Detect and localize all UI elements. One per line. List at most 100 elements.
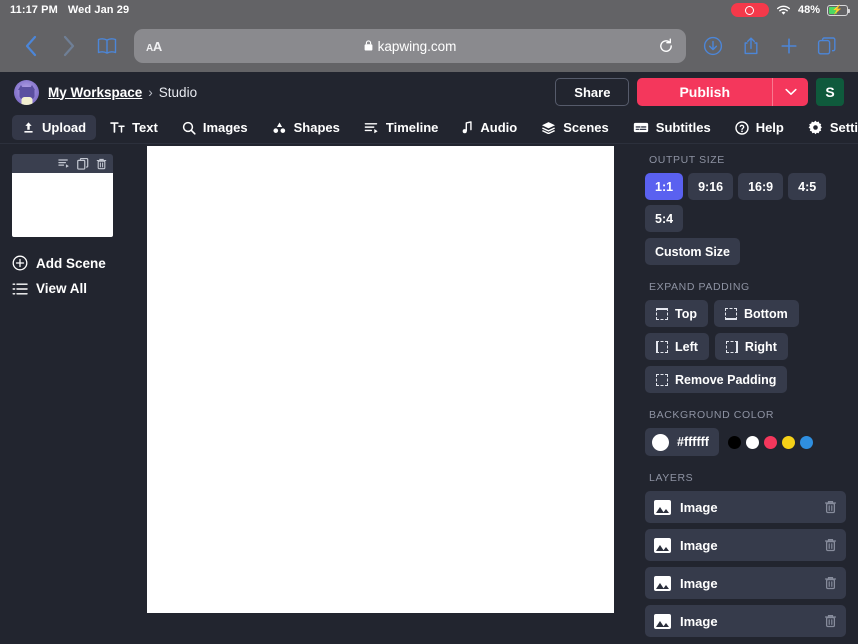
- padding-bottom-button[interactable]: Bottom: [713, 300, 799, 327]
- tab-timeline[interactable]: Timeline: [354, 115, 449, 140]
- downloads-icon[interactable]: [694, 27, 732, 65]
- duplicate-icon[interactable]: [77, 157, 89, 170]
- add-scene-button[interactable]: Add Scene: [12, 255, 136, 271]
- ratio-5-4[interactable]: 5:4: [645, 205, 684, 232]
- publish-button[interactable]: Publish: [637, 78, 772, 106]
- workspace-avatar[interactable]: [14, 79, 39, 105]
- table-row[interactable]: Image: [645, 491, 846, 523]
- background-color-row: #ffffff: [645, 428, 846, 456]
- padding-right-icon: [725, 340, 738, 353]
- tab-label: Scenes: [563, 120, 609, 135]
- tabs-icon[interactable]: [808, 27, 846, 65]
- trash-icon[interactable]: [824, 538, 837, 552]
- search-icon: [182, 121, 196, 135]
- remove-padding-button[interactable]: Remove Padding: [645, 366, 788, 393]
- trash-icon[interactable]: [824, 500, 837, 514]
- preset-swatch-red[interactable]: [763, 435, 777, 449]
- image-icon: [654, 537, 671, 553]
- editor-body: Add Scene View All OUTPUT SIZE 1:1 9:16 …: [0, 144, 858, 644]
- battery-charging-icon: ⚡: [827, 4, 850, 16]
- tab-label: Upload: [42, 120, 87, 135]
- preset-swatches: [727, 435, 813, 449]
- padding-bottom-label: Bottom: [743, 306, 788, 321]
- breadcrumb-workspace-link[interactable]: My Workspace: [48, 85, 142, 100]
- breadcrumb-separator: ›: [148, 84, 153, 100]
- address-bar[interactable]: AA kapwing.com: [134, 29, 686, 63]
- background-color-field[interactable]: #ffffff: [645, 428, 719, 456]
- plus-circle-icon: [12, 255, 28, 271]
- view-all-button[interactable]: View All: [12, 281, 136, 296]
- lock-icon: [364, 39, 373, 54]
- help-circle-icon: [734, 120, 749, 135]
- text-size-button[interactable]: AA: [146, 39, 162, 54]
- tab-scenes[interactable]: Scenes: [531, 115, 619, 140]
- trash-icon[interactable]: [824, 576, 837, 590]
- padding-left-icon: [656, 340, 668, 353]
- text-icon: [110, 121, 125, 134]
- padding-left-label: Left: [675, 339, 698, 354]
- tab-help[interactable]: Help: [725, 115, 794, 140]
- tab-subtitles[interactable]: Subtitles: [623, 115, 721, 140]
- timeline-icon: [364, 121, 379, 134]
- padding-row-1: Top Bottom: [645, 300, 846, 327]
- user-avatar[interactable]: S: [816, 78, 844, 106]
- preset-swatch-yellow[interactable]: [781, 435, 795, 449]
- ipad-status-bar: 11:17 PM Wed Jan 29 48% ⚡: [0, 0, 858, 20]
- padding-left-button[interactable]: Left: [645, 333, 709, 360]
- preset-swatch-white[interactable]: [745, 435, 759, 449]
- ratio-16-9[interactable]: 16:9: [738, 173, 784, 200]
- trash-icon[interactable]: [824, 614, 837, 628]
- tab-images[interactable]: Images: [172, 115, 258, 140]
- breadcrumb: My Workspace › Studio: [48, 85, 197, 100]
- output-size-label: OUTPUT SIZE: [649, 154, 725, 166]
- custom-size-button[interactable]: Custom Size: [645, 238, 741, 265]
- scene-card-toolbar: [12, 154, 113, 173]
- editor-canvas[interactable]: [147, 146, 614, 613]
- subtitles-icon: [633, 121, 649, 134]
- forward-button[interactable]: [50, 27, 88, 65]
- status-date: Wed Jan 29: [67, 4, 130, 16]
- tab-label: Help: [755, 120, 784, 135]
- preset-swatch-blue[interactable]: [799, 435, 813, 449]
- tab-label: Text: [132, 120, 158, 135]
- new-tab-icon[interactable]: [770, 27, 808, 65]
- scene-rail: Add Scene View All: [0, 144, 136, 644]
- padding-top-button[interactable]: Top: [645, 300, 708, 327]
- reload-icon[interactable]: [658, 38, 674, 54]
- publish-dropdown-button[interactable]: [772, 78, 808, 106]
- trash-icon[interactable]: [96, 158, 107, 170]
- scene-card[interactable]: [12, 154, 113, 237]
- safari-toolbar: AA kapwing.com: [0, 20, 858, 72]
- padding-right-button[interactable]: Right: [714, 333, 788, 360]
- tab-text[interactable]: Text: [100, 115, 168, 140]
- tab-upload[interactable]: Upload: [12, 115, 97, 140]
- tab-shapes[interactable]: Shapes: [262, 115, 350, 140]
- back-button[interactable]: [12, 27, 50, 65]
- layer-name: Image: [680, 575, 718, 591]
- image-icon: [654, 499, 671, 515]
- tab-audio[interactable]: Audio: [452, 115, 527, 140]
- ratio-1-1[interactable]: 1:1: [645, 173, 684, 200]
- table-row[interactable]: Image: [645, 605, 846, 637]
- padding-bottom-icon: [724, 307, 737, 320]
- tool-tabs: Upload Text Images Shapes Timeline Audio…: [0, 112, 858, 144]
- battery-percent: 48%: [797, 4, 820, 16]
- tab-settings[interactable]: Settings: [798, 115, 858, 140]
- scene-thumbnail[interactable]: [12, 173, 113, 237]
- canvas-stage[interactable]: [136, 144, 637, 644]
- preset-swatch-black[interactable]: [727, 435, 741, 449]
- bookmarks-icon[interactable]: [88, 27, 126, 65]
- layers-label: LAYERS: [649, 472, 694, 484]
- background-color-swatch[interactable]: [652, 433, 669, 451]
- ratio-9-16[interactable]: 9:16: [688, 173, 734, 200]
- table-row[interactable]: Image: [645, 529, 846, 561]
- chevron-down-icon: [784, 88, 797, 95]
- share-icon[interactable]: [732, 27, 770, 65]
- background-hex-value: #ffffff: [677, 435, 709, 449]
- ratio-4-5[interactable]: 4:5: [788, 173, 827, 200]
- share-button[interactable]: Share: [555, 78, 630, 106]
- duration-icon[interactable]: [58, 158, 70, 169]
- properties-panel: OUTPUT SIZE 1:1 9:16 16:9 4:5 5:4 Custom…: [637, 144, 858, 644]
- table-row[interactable]: Image: [645, 567, 846, 599]
- tab-label: Shapes: [293, 120, 340, 135]
